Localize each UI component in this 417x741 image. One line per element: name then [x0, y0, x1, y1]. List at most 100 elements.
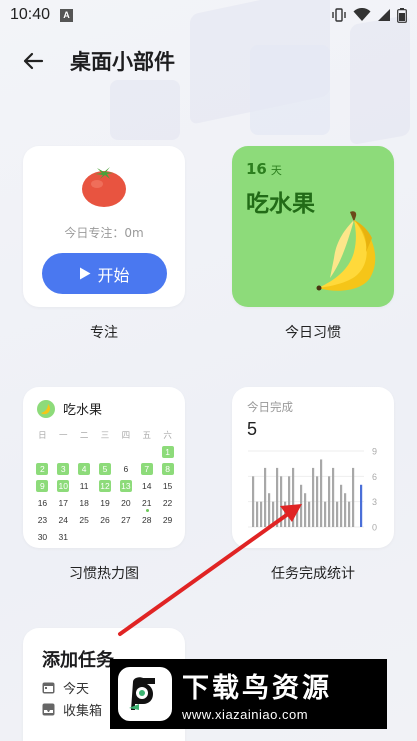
calendar-empty [115, 529, 136, 544]
watermark-logo-icon [118, 667, 172, 721]
calendar-day-number: 10 [57, 479, 70, 492]
back-arrow-icon [23, 52, 44, 70]
tomato-icon [82, 167, 126, 207]
calendar-day-number: 7 [140, 462, 153, 475]
calendar-day-number: 31 [58, 531, 68, 542]
habit-widget[interactable]: 16 天 吃水果 [232, 146, 394, 307]
calendar-day: 11 [74, 478, 95, 493]
chart-bar [332, 467, 335, 527]
status-icons [331, 7, 407, 23]
chart-y-tick-label: 6 [372, 472, 377, 482]
chart-bar [308, 501, 311, 527]
calendar-day: 9 [32, 478, 53, 493]
chart-bar [304, 493, 307, 527]
calendar-day: 25 [74, 512, 95, 527]
banana-icon [316, 211, 376, 291]
vibrate-icon [332, 8, 346, 22]
add-task-item-label: 今天 [63, 682, 90, 697]
heatmap-widget[interactable]: 吃水果 日一二三四五六 1 2 3 4 5 6 7 8 9 10 11 12 13 14 15 16 17 18 19… [23, 387, 185, 548]
focus-widget-caption: 专注 [90, 325, 118, 341]
status-bar: 10:40 A [0, 0, 417, 30]
calendar-day-number: 26 [100, 514, 110, 525]
chart-bar [344, 493, 347, 527]
back-button[interactable] [18, 46, 48, 76]
chart-bar [256, 501, 259, 527]
calendar-day: 10 [53, 478, 74, 493]
chart-bar [324, 501, 327, 527]
calendar-day-number: 9 [36, 479, 49, 492]
calendar-empty [157, 529, 178, 544]
chart-bar [316, 476, 319, 527]
calendar-day: 3 [53, 461, 74, 476]
calendar-day-number: 22 [162, 497, 173, 508]
stats-value: 5 [247, 419, 258, 439]
calendar-empty [115, 444, 136, 459]
background-decoration [350, 14, 410, 146]
chart-bar [320, 459, 323, 527]
focus-duration-text: 今日专注：0m [64, 226, 144, 240]
wifi-icon [353, 8, 371, 21]
calendar-day-number: 19 [100, 497, 110, 508]
add-task-item-label: 收集箱 [63, 704, 103, 719]
calendar-empty [74, 529, 95, 544]
chart-bar [276, 467, 279, 527]
signal-icon [378, 9, 390, 21]
calendar-day: 23 [32, 512, 53, 527]
calendar-day: 4 [74, 461, 95, 476]
calendar-day: 7 [136, 461, 157, 476]
stats-widget[interactable]: 今日完成 5 0 3 6 9 [232, 387, 394, 548]
chart-bar [336, 501, 339, 527]
calendar-empty [95, 444, 116, 459]
calendar-day-number: 28 [141, 514, 152, 525]
focus-widget[interactable]: 今日专注：0m 开始 [23, 146, 185, 307]
calendar-day: 5 [95, 461, 116, 476]
calendar-day-number: 3 [57, 462, 70, 475]
calendar-day-number: 12 [98, 479, 111, 492]
calendar-day: 8 [157, 461, 178, 476]
chart-y-tick-label: 3 [372, 497, 377, 507]
chart-bar [284, 501, 287, 527]
chart-bar [352, 467, 355, 527]
chart-bar [264, 467, 267, 527]
calendar-day: 21 [136, 495, 157, 512]
add-task-item-inbox[interactable]: 收集箱 [42, 700, 102, 719]
calendar-day-number: 27 [121, 514, 131, 525]
chart-bar [312, 467, 315, 527]
calendar-day: 31 [53, 529, 74, 544]
weekday-label: 日 [38, 429, 47, 440]
add-task-title: 添加任务 [42, 650, 114, 671]
chart-bar [360, 484, 363, 527]
calendar-day: 1 [157, 444, 178, 459]
calendar-day-number: 1 [161, 445, 174, 458]
calendar-empty [74, 444, 95, 459]
start-focus-button[interactable]: 开始 [42, 253, 167, 294]
weekday-label: 三 [100, 429, 110, 440]
heatmap-habit-name: 吃水果 [63, 403, 103, 418]
watermark-url: www.xiazainiao.com [182, 707, 309, 722]
calendar-day: 26 [95, 512, 116, 527]
calendar-day-number: 14 [141, 480, 152, 491]
habit-name: 吃水果 [246, 191, 315, 217]
calendar-day-number: 11 [79, 480, 89, 491]
chart-bar [268, 493, 271, 527]
notification-icon: A [60, 8, 74, 22]
habit-streak: 16 天 [246, 160, 282, 178]
heatmap-calendar: 日一二三四五六 1 2 3 4 5 6 7 8 9 10 11 12 13 14 15 16 17 18 19 20 21… [32, 427, 178, 544]
calendar-day: 18 [74, 495, 95, 510]
calendar-empty [53, 444, 74, 459]
habit-widget-caption: 今日习惯 [285, 325, 341, 341]
calendar-day-number: 5 [98, 462, 111, 475]
add-task-item-today[interactable]: 今天 [42, 678, 89, 697]
calendar-day: 27 [115, 512, 136, 527]
chart-bar [292, 467, 295, 527]
calendar-empty [136, 529, 157, 544]
calendar-day-number: 16 [37, 497, 48, 508]
background-decoration [110, 80, 180, 140]
calendar-day-number: 23 [37, 514, 48, 525]
chart-bar [328, 476, 331, 527]
calendar-day-number: 13 [119, 479, 132, 492]
calendar-day: 14 [136, 478, 157, 493]
battery-icon [397, 7, 407, 23]
calendar-day-number: 4 [78, 462, 91, 475]
calendar-day-number: 25 [79, 514, 89, 525]
